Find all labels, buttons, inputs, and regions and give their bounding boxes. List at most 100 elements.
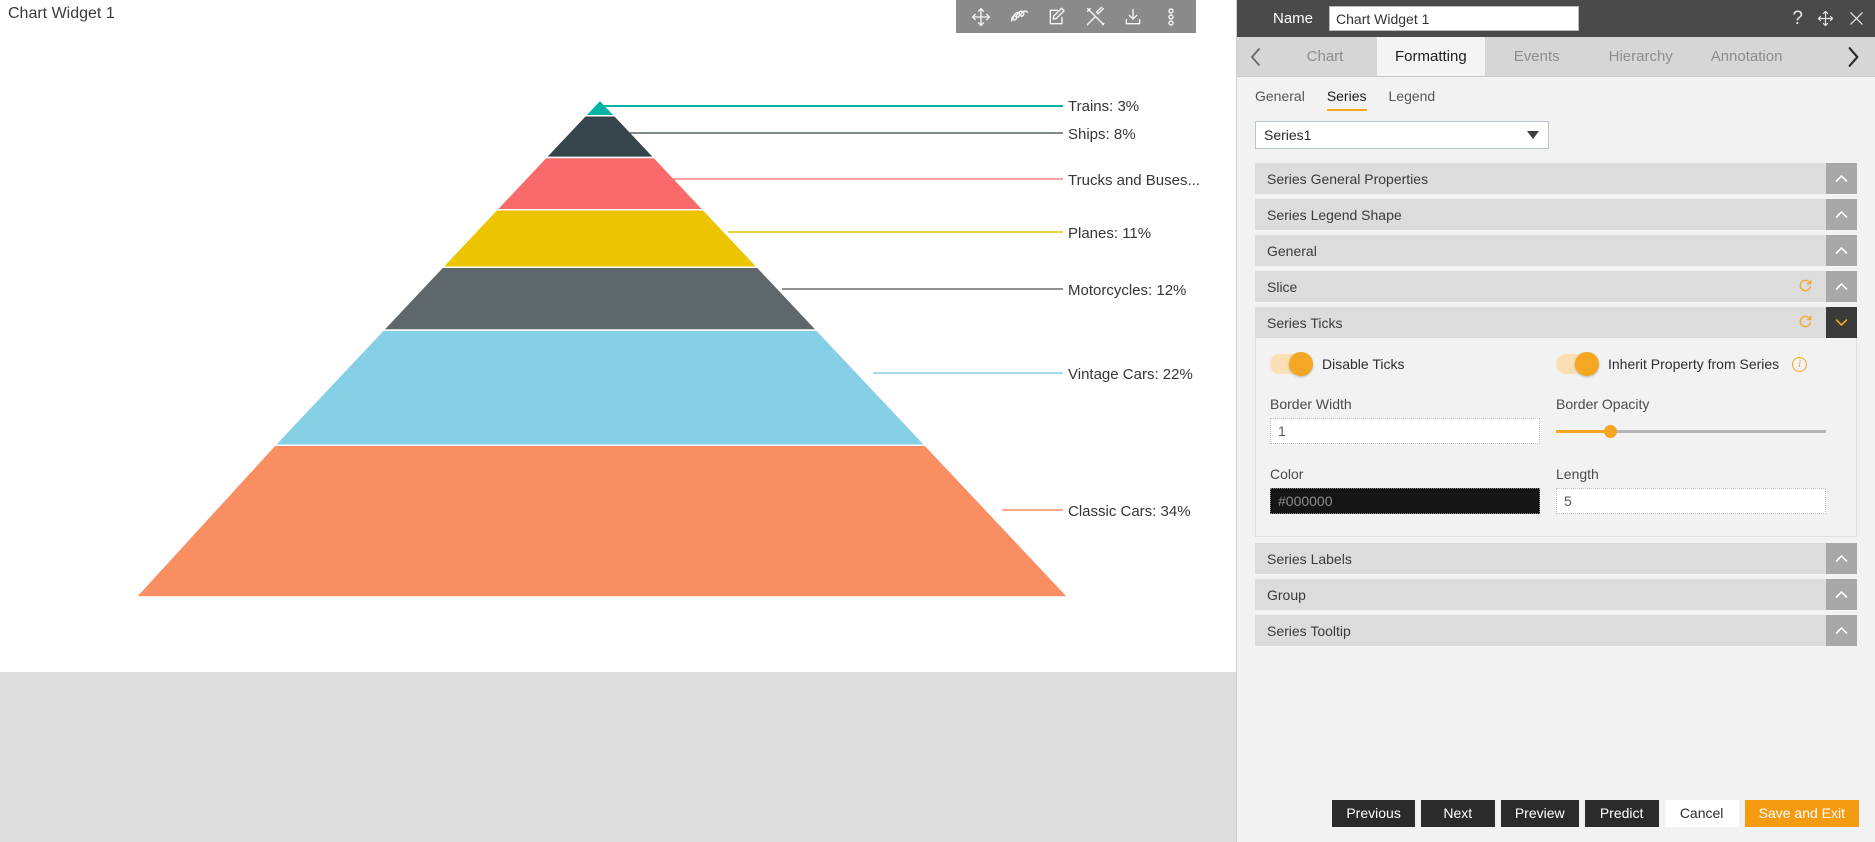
border-width-label: Border Width <box>1270 396 1352 412</box>
accordion-header[interactable]: Series Ticks <box>1255 307 1857 338</box>
info-icon[interactable]: i <box>1792 356 1808 372</box>
disable-ticks-toggle-row: Disable Ticks <box>1270 352 1540 376</box>
accordion-header[interactable]: Group <box>1255 579 1857 610</box>
accordion-header[interactable]: Slice <box>1255 271 1857 302</box>
accordion-header[interactable]: General <box>1255 235 1857 266</box>
tab-hierarchy[interactable]: Hierarchy <box>1589 37 1693 76</box>
chevron-up-icon[interactable] <box>1826 543 1857 574</box>
tick-color-input[interactable]: #000000 <box>1270 488 1540 514</box>
panel-footer: Previous Next Preview Predict Cancel Sav… <box>1237 784 1875 842</box>
widget-name-input[interactable] <box>1329 6 1580 31</box>
pyramid-label-classic-cars: Classic Cars: 34% <box>1068 503 1191 520</box>
inherit-property-label: Inherit Property from Series <box>1608 356 1780 372</box>
properties-panel: Name ? Chart <box>1236 0 1875 842</box>
color-label: Color <box>1270 466 1304 482</box>
ticks-width-opacity-row: Border Width Border Opacity <box>1270 374 1842 444</box>
border-width-col: Border Width <box>1270 374 1556 444</box>
panel-tabs: Chart Formatting Events Hierarchy Annota… <box>1237 37 1875 77</box>
pyramid-segment-ships <box>544 114 656 159</box>
chevron-up-icon[interactable] <box>1826 579 1857 610</box>
chevron-up-icon[interactable] <box>1826 199 1857 230</box>
refresh-icon[interactable] <box>1798 314 1813 332</box>
close-icon[interactable] <box>1848 10 1865 27</box>
panel-body: Series1 Series General Properties Series… <box>1237 111 1875 646</box>
disable-ticks-toggle[interactable] <box>1270 352 1313 376</box>
help-icon[interactable]: ? <box>1792 9 1803 28</box>
chevron-up-icon[interactable] <box>1826 163 1857 194</box>
slider-fill <box>1556 429 1610 433</box>
accordion-title: Series Ticks <box>1267 314 1343 331</box>
chevron-down-icon <box>1527 131 1539 139</box>
accordion-group: Group <box>1255 579 1857 610</box>
pyramid-label-trains: Trains: 3% <box>1068 98 1140 115</box>
move-icon[interactable] <box>1817 10 1834 27</box>
inherit-property-col: Inherit Property from Series i <box>1556 352 1842 376</box>
accordion-header[interactable]: Series Tooltip <box>1255 615 1857 646</box>
disable-ticks-label: Disable Ticks <box>1322 356 1405 372</box>
border-opacity-slider[interactable] <box>1556 418 1826 444</box>
preview-button[interactable]: Preview <box>1500 799 1579 827</box>
accordion-series-labels: Series Labels <box>1255 543 1857 574</box>
predict-button[interactable]: Predict <box>1584 799 1659 827</box>
accordion-title: Series Tooltip <box>1267 622 1351 639</box>
subtab-legend[interactable]: Legend <box>1389 88 1436 111</box>
next-button[interactable]: Next <box>1420 799 1495 827</box>
border-opacity-label: Border Opacity <box>1556 396 1650 412</box>
tab-events[interactable]: Events <box>1485 37 1589 76</box>
accordion-title: Group <box>1267 586 1306 603</box>
chevron-up-icon[interactable] <box>1826 271 1857 302</box>
pyramid-segment-trucks <box>494 156 706 211</box>
inherit-property-toggle[interactable] <box>1556 352 1599 376</box>
tab-formatting[interactable]: Formatting <box>1377 37 1485 76</box>
accordion-header[interactable]: Series Legend Shape <box>1255 199 1857 230</box>
accordion-title: Series Labels <box>1267 550 1352 567</box>
series-select[interactable]: Series1 <box>1255 121 1549 149</box>
accordion-title: Slice <box>1267 278 1298 295</box>
chevron-up-icon[interactable] <box>1826 235 1857 266</box>
border-opacity-col: Border Opacity <box>1556 374 1842 444</box>
name-label: Name <box>1273 10 1314 27</box>
pyramid-chart: Trains: 3% Ships: 8% Trucks and Buses...… <box>0 0 1236 672</box>
pyramid-segment-planes <box>440 209 760 269</box>
previous-button[interactable]: Previous <box>1332 799 1415 827</box>
accordion-title: Series Legend Shape <box>1267 206 1402 223</box>
cancel-button[interactable]: Cancel <box>1664 799 1739 827</box>
pyramid-segments <box>134 98 1070 598</box>
tab-chart[interactable]: Chart <box>1273 37 1377 76</box>
accordion-general: General <box>1255 235 1857 266</box>
chart-widget-editor: Chart Widget 1 Trains: 3% Ships: 8% Truc… <box>0 0 1875 842</box>
tabs-prev-arrow[interactable] <box>1237 37 1273 76</box>
chevron-down-icon[interactable] <box>1826 307 1857 338</box>
tabs-next-arrow[interactable] <box>1831 37 1875 76</box>
tick-length-input[interactable] <box>1556 488 1826 514</box>
accordion-series-general-properties: Series General Properties <box>1255 163 1857 194</box>
toggle-knob <box>1575 352 1599 376</box>
ticks-color-length-row: Color #000000 Length <box>1270 444 1842 514</box>
subtab-series[interactable]: Series <box>1326 88 1367 111</box>
subtab-general[interactable]: General <box>1255 88 1305 111</box>
ticks-toggles-row: Disable Ticks Inherit Property from Seri… <box>1270 352 1842 376</box>
pyramid-label-planes: Planes: 11% <box>1068 225 1152 242</box>
pyramid-label-ships: Ships: 8% <box>1068 126 1136 143</box>
length-col: Length <box>1556 444 1842 514</box>
accordion-series-legend-shape: Series Legend Shape <box>1255 199 1857 230</box>
save-and-exit-button[interactable]: Save and Exit <box>1744 799 1859 827</box>
pyramid-svg <box>134 98 1070 598</box>
pyramid-segment-classic-cars <box>134 444 1070 598</box>
accordion-header[interactable]: Series Labels <box>1255 543 1857 574</box>
pyramid-label-vintage-cars: Vintage Cars: 22% <box>1068 366 1193 383</box>
tab-annotation[interactable]: Annotation <box>1693 37 1801 76</box>
formatting-subtabs: General Series Legend <box>1237 77 1875 111</box>
slider-thumb[interactable] <box>1604 424 1617 438</box>
pyramid-segment-motorcycles <box>381 266 819 331</box>
pyramid-label-trucks: Trucks and Buses... <box>1068 172 1200 189</box>
inherit-property-toggle-row: Inherit Property from Series i <box>1556 352 1826 376</box>
pyramid-segment-vintage-cars <box>273 329 927 446</box>
accordion-series-tooltip: Series Tooltip <box>1255 615 1857 646</box>
refresh-icon[interactable] <box>1798 278 1813 296</box>
border-width-input[interactable] <box>1270 418 1540 444</box>
accordion-slice: Slice <box>1255 271 1857 302</box>
pyramid-segment-trains <box>583 98 617 117</box>
chevron-up-icon[interactable] <box>1826 615 1857 646</box>
accordion-header[interactable]: Series General Properties <box>1255 163 1857 194</box>
